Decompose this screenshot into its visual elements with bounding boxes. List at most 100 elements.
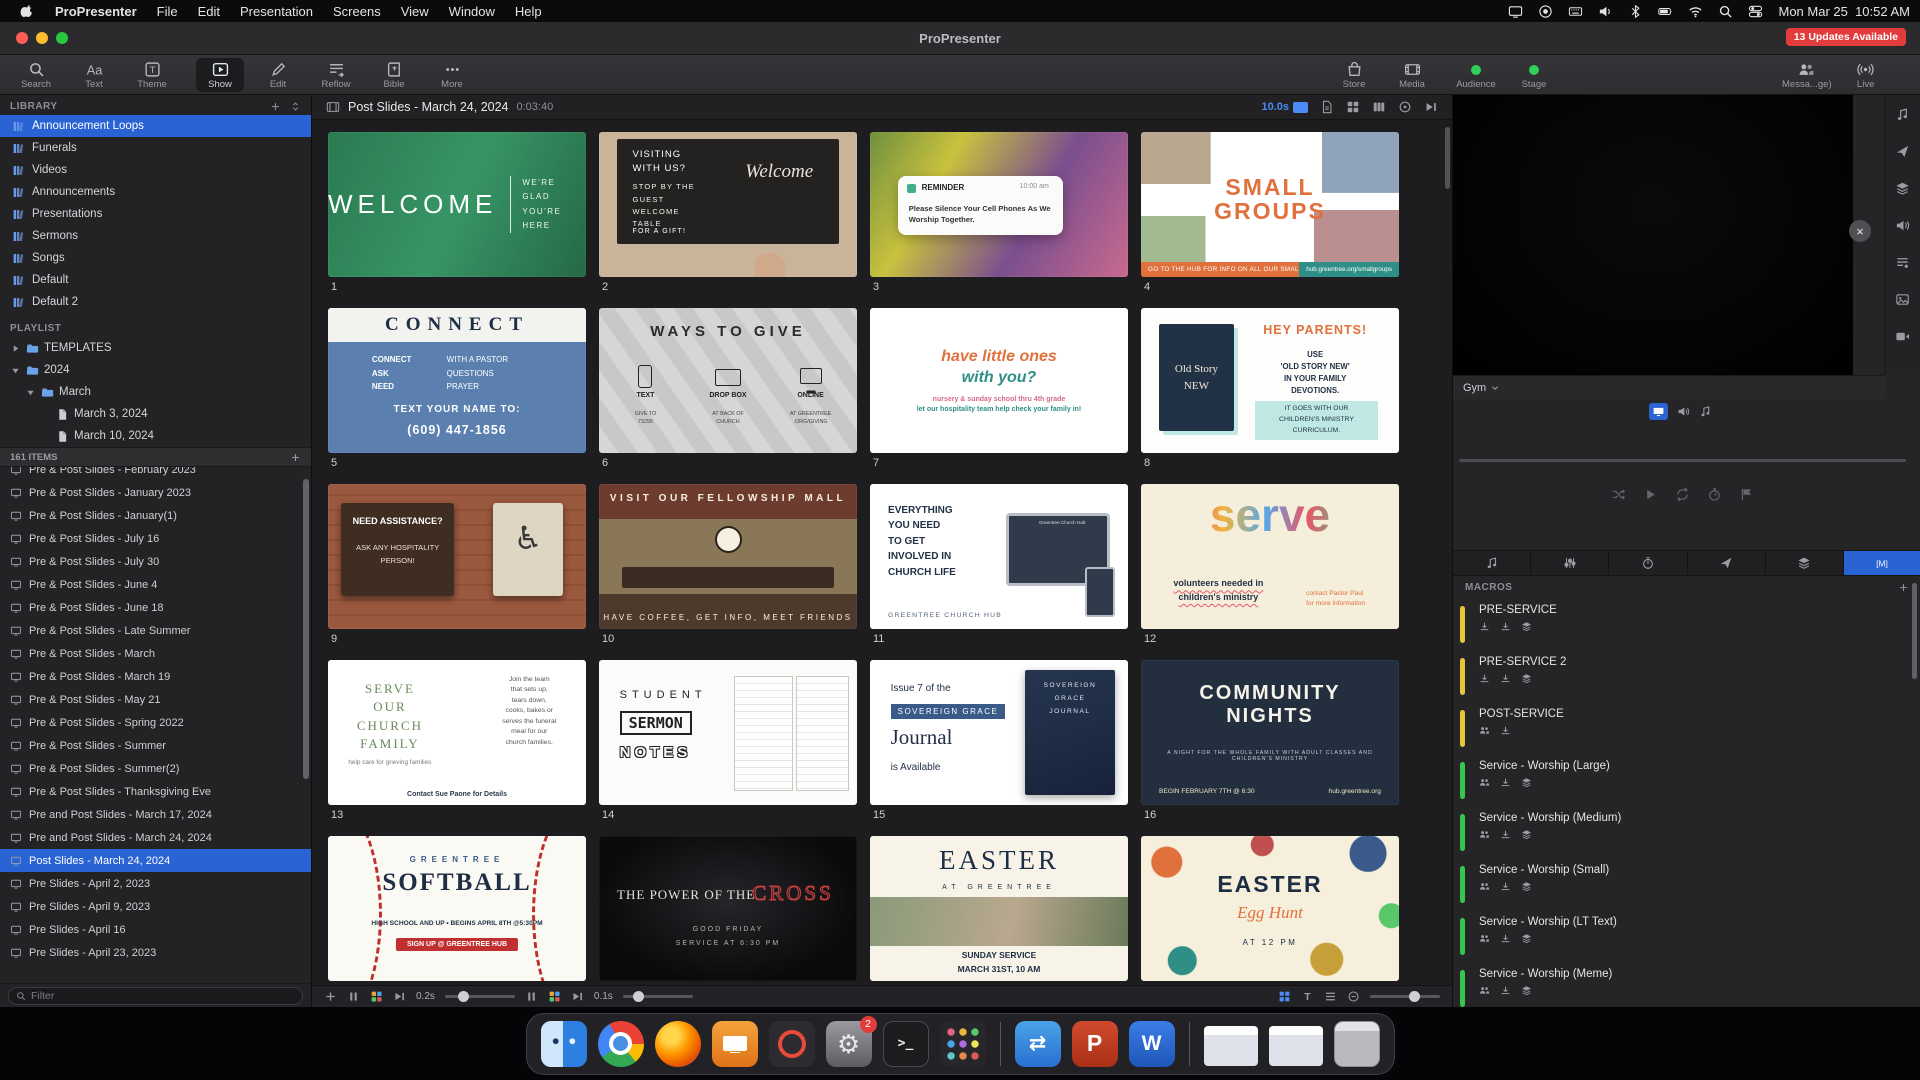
library-item-announcement-loops[interactable]: Announcement Loops <box>0 115 311 137</box>
library-item-announcements[interactable]: Announcements <box>0 181 311 203</box>
library-item-presentations[interactable]: Presentations <box>0 203 311 225</box>
dock-window-preview-2[interactable] <box>1269 1026 1323 1066</box>
page-icon[interactable] <box>1320 100 1334 114</box>
macro-service-worship-meme[interactable]: Service - Worship (Meme) <box>1453 962 1920 1007</box>
playlist-item-pre-and-post-slides-march-24-2024[interactable]: Pre and Post Slides - March 24, 2024 <box>0 826 311 849</box>
grid-view-icon[interactable] <box>1278 990 1291 1003</box>
library-item-songs[interactable]: Songs <box>0 247 311 269</box>
slide-16[interactable]: COMMUNITY NIGHTSA NIGHT FOR THE WHOLE FA… <box>1141 660 1399 825</box>
slide-20[interactable]: EASTEREgg HuntAT 12 PM20 <box>1141 836 1399 985</box>
add-slide-icon[interactable] <box>324 990 337 1003</box>
queue-icon[interactable] <box>1895 255 1910 270</box>
keyboard-icon[interactable] <box>1568 4 1583 19</box>
slide-14[interactable]: STUDENTSERMONNOTES14 <box>599 660 857 825</box>
add-item-icon[interactable] <box>290 452 301 463</box>
battery-icon[interactable] <box>1658 4 1673 19</box>
library-item-funerals[interactable]: Funerals <box>0 137 311 159</box>
chevron-collapsed-icon[interactable] <box>10 343 21 354</box>
library-item-default-2[interactable]: Default 2 <box>0 291 311 313</box>
playlist-item-pre-post-slides-march-19[interactable]: Pre & Post Slides - March 19 <box>0 665 311 688</box>
slide-10[interactable]: VISIT OUR FELLOWSHIP MALLHAVE COFFEE, GE… <box>599 484 857 649</box>
slide-11[interactable]: EVERYTHING YOU NEED TO GET INVOLVED IN C… <box>870 484 1128 649</box>
dock-chrome[interactable] <box>598 1021 644 1067</box>
playlist-item-pre-post-slides-spring-2022[interactable]: Pre & Post Slides - Spring 2022 <box>0 711 311 734</box>
dock-photos[interactable] <box>769 1021 815 1067</box>
toolbar-edit[interactable]: Edit <box>254 58 302 92</box>
playlist-folder-templates[interactable]: TEMPLATES <box>0 337 311 359</box>
panel-tab-sliders[interactable] <box>1531 551 1609 575</box>
pause-icon[interactable] <box>347 990 360 1003</box>
dock-word[interactable] <box>1129 1021 1175 1067</box>
dock-window-preview-1[interactable] <box>1204 1026 1258 1066</box>
playlist-folder-2024[interactable]: 2024 <box>0 359 311 381</box>
slide-13[interactable]: SERVE OUR CHURCH FAMILYhelp care for gri… <box>328 660 586 825</box>
slide-6[interactable]: WAYS TO GIVETEXTGIVE TO 73256DROP BOXAT … <box>599 308 857 473</box>
dock-sync[interactable] <box>1015 1021 1061 1067</box>
slide-12[interactable]: servevolunteers needed in children's min… <box>1141 484 1399 649</box>
repeat-icon[interactable] <box>1675 487 1690 502</box>
playlist-item-pre-post-slides-january-1[interactable]: Pre & Post Slides - January(1) <box>0 504 311 527</box>
send-icon[interactable] <box>1895 144 1910 159</box>
playlist-item-pre-post-slides-june-4[interactable]: Pre & Post Slides - June 4 <box>0 573 311 596</box>
panel-tab-layers[interactable] <box>1766 551 1844 575</box>
playlist-item-pre-slides-april-9-2023[interactable]: Pre Slides - April 9, 2023 <box>0 895 311 918</box>
playlist-item-pre-slides-april-2-2023[interactable]: Pre Slides - April 2, 2023 <box>0 872 311 895</box>
toolbar-text[interactable]: AaText <box>70 58 118 92</box>
playlist-item-pre-post-slides-late-summer[interactable]: Pre & Post Slides - Late Summer <box>0 619 311 642</box>
colorgrid-icon[interactable] <box>370 990 383 1003</box>
dock-firefox[interactable] <box>655 1021 701 1067</box>
dock-trash[interactable] <box>1334 1021 1380 1067</box>
panel-tab-mbadge[interactable]: [M] <box>1844 551 1920 575</box>
macro-service-worship-large[interactable]: Service - Worship (Large) <box>1453 754 1920 806</box>
toolbar-store[interactable]: Store <box>1330 58 1378 92</box>
playlist-item-pre-post-slides-june-18[interactable]: Pre & Post Slides - June 18 <box>0 596 311 619</box>
advance-icon[interactable] <box>393 990 406 1003</box>
toolbar-messa-ge[interactable]: Messa...ge) <box>1782 58 1832 92</box>
macro-service-worship-lt-text[interactable]: Service - Worship (LT Text) <box>1453 910 1920 962</box>
control-center-icon[interactable] <box>1748 4 1763 19</box>
playlist-item-pre-post-slides-july-30[interactable]: Pre & Post Slides - July 30 <box>0 550 311 573</box>
dock-settings[interactable]: 2 <box>826 1021 872 1067</box>
slide-15[interactable]: Issue 7 of theSOVEREIGN GRACEJournalis A… <box>870 660 1128 825</box>
menu-view[interactable]: View <box>391 4 439 19</box>
slide-4[interactable]: SMALL GROUPSGO TO THE HUB FOR INFO ON AL… <box>1141 132 1399 297</box>
preview-monitor-icon[interactable] <box>1649 403 1668 420</box>
add-macro-icon[interactable] <box>1898 582 1909 593</box>
speaker-icon[interactable] <box>1895 218 1910 233</box>
chevron-expanded-icon[interactable] <box>25 387 36 398</box>
sidebar-scrollbar[interactable] <box>303 479 309 779</box>
toolbar-more[interactable]: More <box>428 58 476 92</box>
macro-pre-service[interactable]: PRE-SERVICE <box>1453 598 1920 650</box>
spotlight-icon[interactable] <box>1718 4 1733 19</box>
pause-icon[interactable] <box>525 990 538 1003</box>
shuffle-icon[interactable] <box>1611 487 1626 502</box>
slide-timer-badge[interactable]: 10.0s <box>1261 101 1308 113</box>
slide-2[interactable]: VISITING WITH US?WelcomeSTOP BY THE GUES… <box>599 132 857 297</box>
macro-scrollbar[interactable] <box>1912 583 1917 679</box>
playlist-item-pre-post-slides-february-2023[interactable]: Pre & Post Slides - February 2023 <box>0 467 311 481</box>
dock-powerpoint[interactable] <box>1072 1021 1118 1067</box>
wifi-icon[interactable] <box>1688 4 1703 19</box>
toolbar-search[interactable]: Search <box>12 58 60 92</box>
slide-19[interactable]: EASTERAT GREENTREESUNDAY SERVICE MARCH 3… <box>870 836 1128 985</box>
playlist-folder-march[interactable]: March <box>0 381 311 403</box>
library-item-default[interactable]: Default <box>0 269 311 291</box>
playlist-item-post-slides-march-24-2024[interactable]: Post Slides - March 24, 2024 <box>0 849 311 872</box>
menubar-clock[interactable]: Mon Mar 25 10:52 AM <box>1778 4 1910 19</box>
menu-presentation[interactable]: Presentation <box>230 4 323 19</box>
menubar-app-name[interactable]: ProPresenter <box>45 4 147 19</box>
playlist-item-pre-post-slides-thanksgiving-eve[interactable]: Pre & Post Slides - Thanksgiving Eve <box>0 780 311 803</box>
playlist-item-pre-post-slides-may-21[interactable]: Pre & Post Slides - May 21 <box>0 688 311 711</box>
menu-file[interactable]: File <box>147 4 188 19</box>
display-icon[interactable] <box>1508 4 1523 19</box>
slide-grid-scrollbar[interactable] <box>1445 127 1450 189</box>
dock-keynote[interactable] <box>712 1021 758 1067</box>
minimize-window-button[interactable] <box>36 32 48 44</box>
interval-a-slider[interactable] <box>445 995 515 998</box>
playlist-item-pre-post-slides-march[interactable]: Pre & Post Slides - March <box>0 642 311 665</box>
playlist-doc-march-10-2024[interactable]: March 10, 2024 <box>0 425 311 447</box>
updates-badge[interactable]: 13 Updates Available <box>1786 28 1906 46</box>
playlist-doc-march-3-2024[interactable]: March 3, 2024 <box>0 403 311 425</box>
slide-3[interactable]: REMINDER10:00 amPlease Silence Your Cell… <box>870 132 1128 297</box>
music-icon[interactable] <box>1895 107 1910 122</box>
